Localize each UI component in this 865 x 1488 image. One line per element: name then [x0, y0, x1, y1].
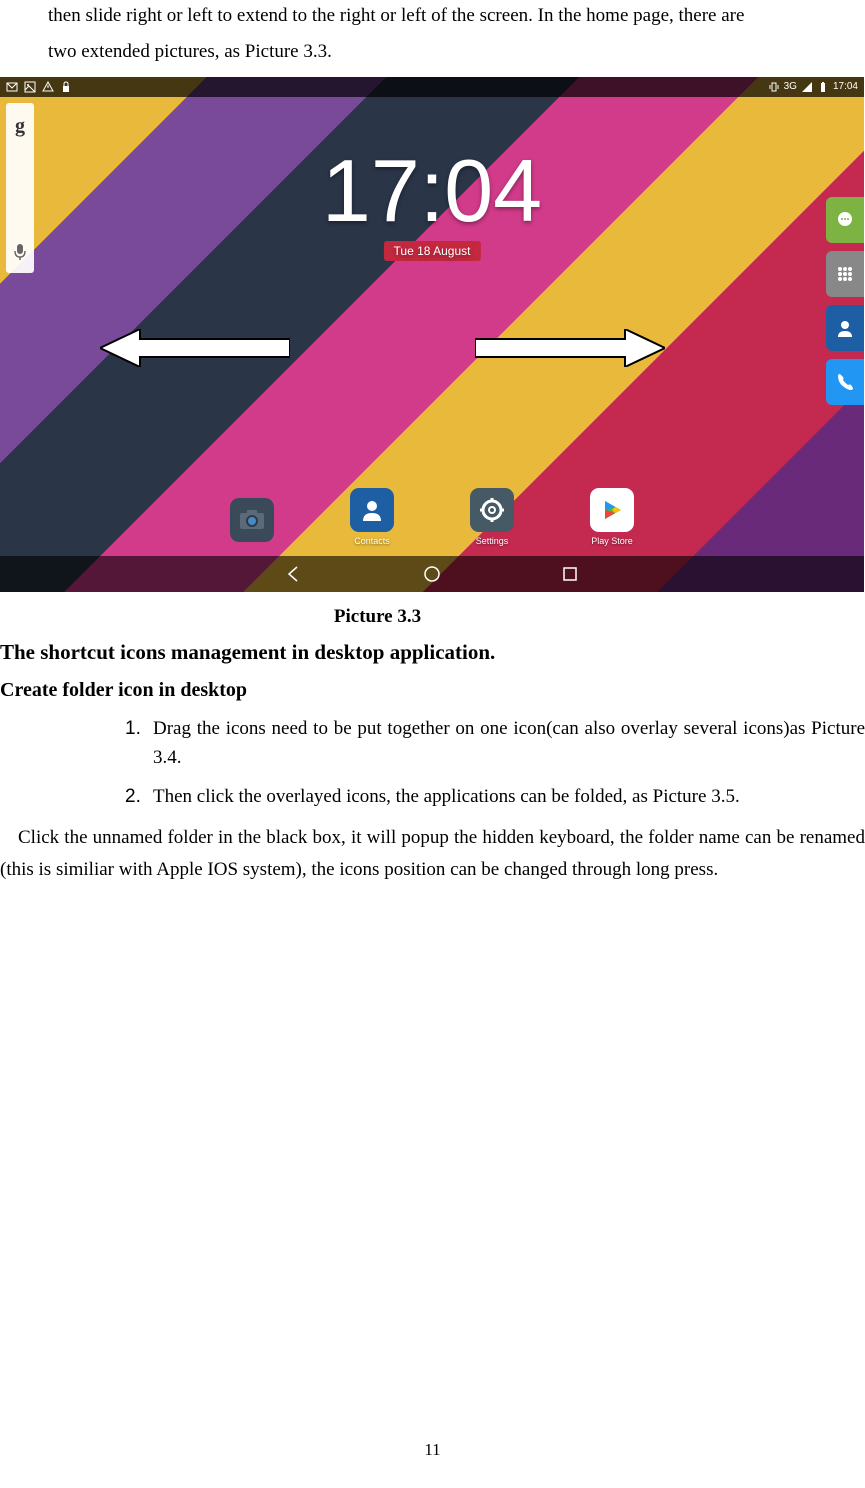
gear-icon [470, 488, 514, 532]
home-button[interactable] [423, 565, 441, 583]
clock-date: Tue 18 August [384, 241, 481, 261]
image-icon [24, 81, 36, 93]
camera-app[interactable] [230, 498, 274, 546]
arrow-left-annotation [100, 329, 290, 367]
status-left [6, 81, 72, 93]
mic-icon[interactable] [13, 243, 27, 261]
side-apps-bar [826, 197, 864, 405]
back-button[interactable] [285, 565, 303, 583]
play-store-icon [590, 488, 634, 532]
dock-label-settings: Settings [476, 536, 509, 546]
body-paragraph: Click the unnamed folder in the black bo… [0, 822, 865, 887]
dock-label-contacts: Contacts [354, 536, 390, 546]
intro-line-1: then slide right or left to extend to th… [0, 0, 865, 32]
recent-button[interactable] [561, 565, 579, 583]
page-number: 11 [424, 1440, 440, 1460]
contacts-side-icon[interactable] [826, 305, 864, 351]
clock-widget[interactable]: 17:04 Tue 18 August [322, 147, 542, 261]
clock-time: 17:04 [322, 147, 542, 235]
picture-caption: Picture 3.3 [0, 606, 865, 628]
contacts-app[interactable]: Contacts [350, 488, 394, 546]
dock: Contacts Settings Play Store [230, 488, 634, 546]
arrow-right-annotation [475, 329, 665, 367]
messages-app-icon[interactable] [826, 197, 864, 243]
list-num-1: 1. [125, 714, 153, 773]
contacts-icon [350, 488, 394, 532]
heading-create-folder: Create folder icon in desktop [0, 679, 865, 702]
lock-icon [60, 81, 72, 93]
play-store-app[interactable]: Play Store [590, 488, 634, 546]
nav-bar [0, 556, 864, 592]
android-home-screenshot: 3G 17:04 g 17:04 Tue 18 August [0, 77, 864, 592]
phone-side-icon[interactable] [826, 359, 864, 405]
google-g-logo: g [15, 115, 25, 138]
warning-icon [42, 81, 54, 93]
dock-label-playstore: Play Store [591, 536, 633, 546]
vibrate-icon [768, 81, 780, 93]
list-num-2: 2. [125, 782, 153, 811]
intro-line-2: two extended pictures, as Picture 3.3. [0, 36, 865, 68]
battery-icon [817, 81, 829, 93]
mail-icon [6, 81, 18, 93]
status-bar: 3G 17:04 [0, 77, 864, 97]
list-item-1: 1. Drag the icons need to be put togethe… [0, 714, 865, 773]
list-text-2: Then click the overlayed icons, the appl… [153, 782, 865, 811]
signal-icon [801, 81, 813, 93]
camera-icon [230, 498, 274, 542]
status-right: 3G 17:04 [768, 81, 858, 93]
settings-app[interactable]: Settings [470, 488, 514, 546]
list-item-2: 2. Then click the overlayed icons, the a… [0, 782, 865, 811]
list-text-1: Drag the icons need to be put together o… [153, 714, 865, 773]
heading-shortcut-management: The shortcut icons management in desktop… [0, 640, 865, 665]
google-search-widget[interactable]: g [6, 103, 34, 273]
network-label: 3G [784, 81, 797, 92]
status-time: 17:04 [833, 81, 858, 92]
app-drawer-icon[interactable] [826, 251, 864, 297]
